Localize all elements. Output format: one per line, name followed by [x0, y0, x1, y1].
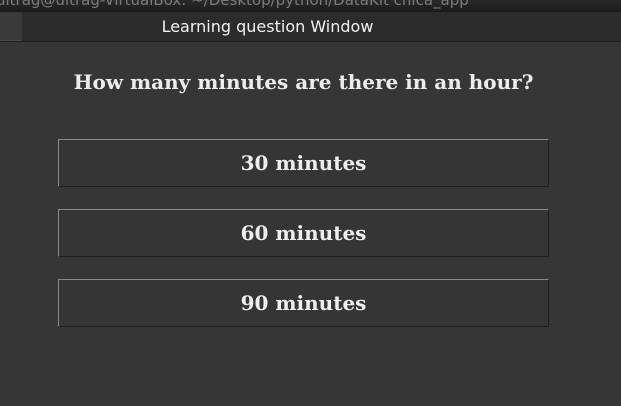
answer-button-30[interactable]: 30 minutes — [58, 139, 549, 187]
question-text: How many minutes are there in an hour? — [73, 70, 534, 94]
answer-button-90[interactable]: 90 minutes — [58, 279, 549, 327]
background-terminal-title: ultrag@ultrag-VirtualBox: ~/Desktop/pyth… — [0, 0, 469, 9]
answer-button-60[interactable]: 60 minutes — [58, 209, 549, 257]
window-title: Learning question Window — [161, 17, 374, 36]
window-titlebar[interactable]: Learning question Window — [0, 12, 621, 42]
question-panel: How many minutes are there in an hour? 3… — [0, 42, 621, 406]
background-terminal-titlebar: ultrag@ultrag-VirtualBox: ~/Desktop/pyth… — [0, 0, 621, 12]
